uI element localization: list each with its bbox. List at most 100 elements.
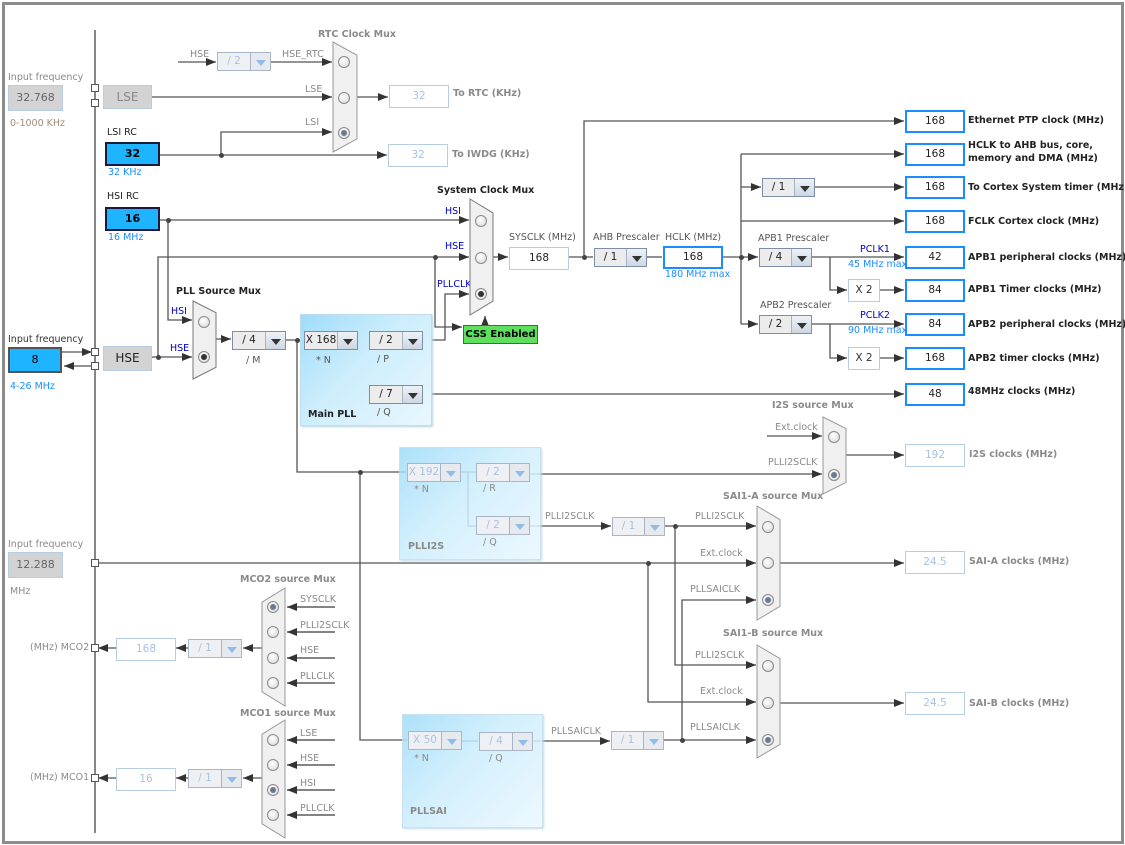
mco1-radio-lse[interactable] (267, 734, 279, 746)
lse-frequency-input[interactable]: 32.768 (8, 85, 63, 111)
sai-b-radio-ext-clock[interactable] (762, 697, 774, 709)
chevron-down-icon[interactable] (403, 386, 422, 403)
mco2-input-hse: HSE (300, 645, 320, 656)
mco1-radio-hse[interactable] (267, 759, 279, 771)
pll-q-divider-dropdown[interactable]: / 7 (369, 385, 423, 404)
pll-src-radio-hsi[interactable] (198, 316, 210, 328)
apb2-timer-label: APB2 timer clocks (MHz) (968, 353, 1100, 364)
fclk-label: FCLK Cortex clock (MHz) (968, 216, 1100, 227)
apb1-prescaler-dropdown[interactable]: / 4 (759, 248, 812, 267)
cortex-system-timer-value[interactable]: 168 (905, 176, 965, 199)
plli2s-r-dropdown[interactable]: / 2 (476, 463, 530, 482)
sys-radio-hsi[interactable] (475, 215, 487, 227)
chevron-down-icon[interactable] (792, 316, 811, 333)
junction-dot (219, 153, 224, 158)
chevron-down-icon[interactable] (795, 179, 814, 196)
chevron-down-icon[interactable] (266, 332, 285, 349)
chevron-down-icon[interactable] (510, 464, 529, 481)
pll-src-radio-hse[interactable] (198, 351, 210, 363)
i2s-radio-ext-clock[interactable] (828, 431, 840, 443)
apb2-timer-value[interactable]: 168 (905, 347, 965, 370)
chevron-down-icon[interactable] (441, 464, 460, 481)
sai-a-radio-plli2sclk[interactable] (762, 521, 774, 533)
rtc-radio-lsi[interactable] (338, 127, 350, 139)
chevron-down-icon[interactable] (510, 517, 529, 534)
mco1-radio-pllclk[interactable] (267, 809, 279, 821)
chevron-down-icon[interactable] (403, 332, 422, 349)
chevron-down-icon[interactable] (222, 640, 241, 657)
sysclk-value: 168 (509, 247, 569, 270)
plli2s-q-dropdown[interactable]: / 2 (476, 516, 530, 535)
apb1-timer-value[interactable]: 84 (905, 279, 965, 302)
apb1-peripheral-value[interactable]: 42 (905, 246, 965, 269)
rtc-radio-lse[interactable] (338, 92, 350, 104)
dropdown-value: / 1 (613, 518, 645, 535)
sai-b-radio-pllsaiclk[interactable] (762, 734, 774, 746)
css-enabled-button[interactable]: CSS Enabled (463, 325, 538, 344)
i2s-ext-clock-label: Ext.clock (775, 422, 818, 433)
chevron-down-icon[interactable] (513, 733, 532, 750)
mco1-divider-dropdown[interactable]: / 1 (188, 769, 242, 788)
plli2s-sai-divider-dropdown[interactable]: / 1 (612, 517, 665, 536)
plli2s-n-dropdown[interactable]: X 192 (407, 463, 461, 482)
junction-dot (582, 255, 587, 260)
chevron-down-icon[interactable] (338, 332, 357, 349)
fclk-value[interactable]: 168 (905, 210, 965, 233)
dropdown-value: / 1 (189, 770, 222, 787)
pll-m-label: / M (246, 355, 261, 366)
48mhz-clock-value[interactable]: 48 (905, 383, 965, 406)
pll-n-multiplier-dropdown[interactable]: X 168 (304, 331, 358, 350)
ethernet-ptp-clock-value[interactable]: 168 (905, 110, 965, 133)
i2s-source-mux (823, 417, 846, 494)
sai-a-radio-pllsaiclk[interactable] (762, 594, 774, 606)
dropdown-value: / 1 (763, 179, 795, 196)
ahb-prescaler-label: AHB Prescaler (593, 232, 660, 243)
mco2-radio-pllclk[interactable] (267, 677, 279, 689)
hse-oscillator-block[interactable]: HSE (103, 346, 152, 371)
lse-oscillator-block[interactable]: LSE (103, 85, 152, 109)
plli2s-title: PLLI2S (408, 541, 445, 552)
mco2-radio-hse[interactable] (267, 652, 279, 664)
i2s-radio-plli2sclk[interactable] (828, 469, 840, 481)
apb2-peripheral-value[interactable]: 84 (905, 313, 965, 336)
dropdown-value: / 2 (477, 464, 510, 481)
apb2-prescaler-dropdown[interactable]: / 2 (759, 315, 812, 334)
pll-m-divider-dropdown[interactable]: / 4 (232, 331, 286, 350)
hclk-input[interactable]: 168 (663, 246, 723, 269)
chevron-down-icon[interactable] (627, 249, 646, 266)
chevron-down-icon[interactable] (792, 249, 811, 266)
pllsai-q-dropdown[interactable]: / 4 (479, 732, 533, 751)
sai-a-radio-ext-clock[interactable] (762, 557, 774, 569)
sys-radio-hse[interactable] (475, 252, 487, 264)
apb2-peripheral-label: APB2 peripheral clocks (MHz) (968, 319, 1125, 330)
mco2-radio-plli2sclk[interactable] (267, 626, 279, 638)
hclk-ahb-value[interactable]: 168 (905, 143, 965, 166)
hsi-rc-value: 16 (105, 207, 160, 231)
wire (681, 596, 756, 740)
ext-frequency-input[interactable]: 12.288 (8, 552, 63, 578)
pllsai-n-dropdown[interactable]: X 50 (408, 731, 462, 750)
chevron-down-icon[interactable] (222, 770, 241, 787)
chevron-down-icon[interactable] (644, 732, 663, 749)
sys-radio-pllclk[interactable] (475, 288, 487, 300)
mco2-divider-dropdown[interactable]: / 1 (188, 639, 242, 658)
pll-p-divider-dropdown[interactable]: / 2 (369, 331, 423, 350)
mco2-radio-sysclk[interactable] (267, 601, 279, 613)
cortex-timer-divider-dropdown[interactable]: / 1 (762, 178, 815, 197)
hse-rtc-divider-dropdown[interactable]: / 2 (217, 52, 271, 71)
lse-input-frequency-label: Input frequency (8, 72, 84, 83)
hse-frequency-input[interactable]: 8 (8, 347, 62, 373)
pllsai-sai-divider-dropdown[interactable]: / 1 (611, 731, 664, 750)
hsi-frequency-label: 16 MHz (108, 232, 144, 243)
rtc-radio-hse-rtc[interactable] (338, 56, 350, 68)
sai-b-radio-plli2sclk[interactable] (762, 660, 774, 672)
chevron-down-icon[interactable] (645, 518, 664, 535)
rtc-lse-label: LSE (305, 84, 323, 95)
dropdown-value: / 7 (370, 386, 403, 403)
lse-port-in (91, 84, 99, 92)
mco1-radio-hsi[interactable] (267, 784, 279, 796)
chevron-down-icon[interactable] (251, 53, 270, 70)
ahb-prescaler-dropdown[interactable]: / 1 (594, 248, 647, 267)
dropdown-value: X 50 (409, 732, 442, 749)
chevron-down-icon[interactable] (442, 732, 461, 749)
